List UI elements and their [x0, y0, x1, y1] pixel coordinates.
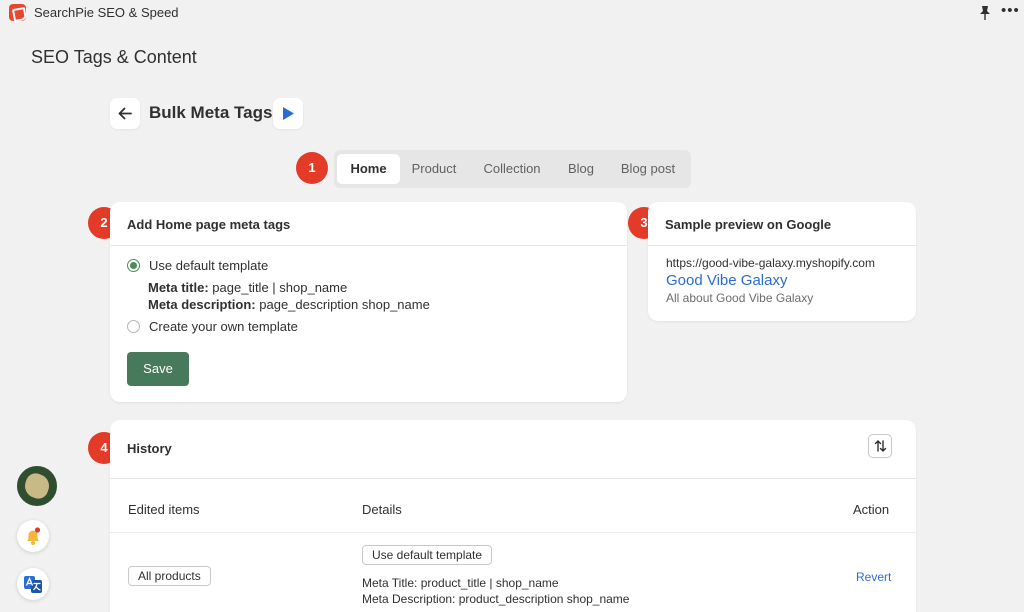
notifications-button[interactable] — [17, 520, 49, 552]
app-logo-icon — [9, 4, 26, 21]
column-edited-items: Edited items — [128, 502, 200, 517]
pin-icon[interactable] — [978, 5, 992, 21]
default-template-radio[interactable] — [127, 259, 140, 272]
save-button[interactable]: Save — [127, 352, 189, 386]
custom-template-label[interactable]: Create your own template — [149, 319, 298, 334]
app-topbar: SearchPie SEO & Speed ••• — [0, 0, 1024, 26]
page-type-tabs: Home Product Collection Blog Blog post — [334, 150, 691, 188]
back-arrow-icon — [118, 107, 132, 120]
bulk-meta-tags-title: Bulk Meta Tags — [149, 103, 273, 122]
meta-title-value: page_title | shop_name — [212, 280, 348, 295]
page-title: SEO Tags & Content — [31, 47, 197, 67]
history-header-divider — [110, 478, 916, 479]
history-title: History — [127, 441, 172, 456]
meta-tags-card-header: Add Home page meta tags — [110, 202, 627, 246]
custom-template-radio[interactable] — [127, 320, 140, 333]
meta-description-label: Meta description: — [148, 297, 256, 312]
tab-collection[interactable]: Collection — [472, 154, 552, 184]
bell-icon — [27, 527, 41, 545]
history-row-divider — [110, 532, 916, 533]
meta-title-line: Meta title: page_title | shop_name — [148, 280, 347, 295]
column-action: Action — [853, 502, 890, 517]
avatar[interactable] — [17, 466, 57, 506]
default-template-label[interactable]: Use default template — [149, 258, 268, 273]
tab-home[interactable]: Home — [337, 154, 400, 184]
google-preview-card: Sample preview on Google https://good-vi… — [648, 202, 916, 321]
history-card: History Edited items Details Action All … — [110, 420, 916, 612]
step-badge-1: 1 — [296, 152, 328, 184]
tab-product[interactable]: Product — [402, 154, 466, 184]
meta-title-label: Meta title: — [148, 280, 209, 295]
translate-icon — [24, 576, 42, 593]
edited-item-chip: All products — [128, 566, 211, 586]
revert-link[interactable]: Revert — [856, 570, 891, 584]
play-tutorial-button[interactable] — [273, 98, 303, 129]
sort-icon — [874, 440, 887, 452]
preview-site-title[interactable]: Good Vibe Galaxy — [666, 272, 787, 289]
meta-description-line: Meta description: page_description shop_… — [148, 297, 430, 312]
meta-description-value: page_description shop_name — [259, 297, 430, 312]
column-details: Details — [362, 502, 402, 517]
meta-tags-card: Add Home page meta tags Use default temp… — [110, 202, 627, 402]
preview-description: All about Good Vibe Galaxy — [666, 291, 814, 305]
sort-button[interactable] — [868, 434, 892, 458]
meta-tags-card-title: Add Home page meta tags — [127, 217, 291, 232]
google-preview-card-header: Sample preview on Google — [648, 202, 916, 246]
play-icon — [283, 107, 294, 120]
app-name: SearchPie SEO & Speed — [34, 5, 179, 20]
tab-blog-post[interactable]: Blog post — [610, 154, 686, 184]
preview-url: https://good-vibe-galaxy.myshopify.com — [666, 256, 875, 270]
back-button[interactable] — [110, 98, 140, 129]
detail-meta-title: Meta Title: product_title | shop_name — [362, 576, 559, 590]
detail-template-chip: Use default template — [362, 545, 493, 565]
more-options-icon[interactable]: ••• — [1001, 2, 1020, 19]
tab-blog[interactable]: Blog — [558, 154, 604, 184]
translate-button[interactable] — [17, 568, 49, 600]
google-preview-card-title: Sample preview on Google — [665, 217, 832, 232]
detail-meta-description: Meta Description: product_description sh… — [362, 592, 630, 606]
